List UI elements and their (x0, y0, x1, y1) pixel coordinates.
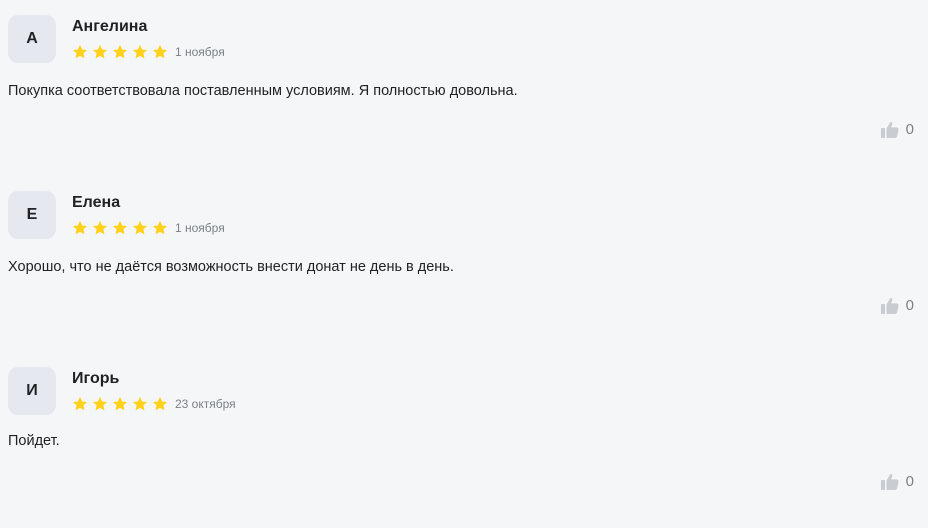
review-card: И Игорь 23 октября Пойдет. 0 (0, 352, 928, 528)
avatar: Е (8, 191, 56, 239)
avatar: А (8, 15, 56, 63)
star-icon (132, 44, 148, 60)
star-icon (112, 396, 128, 412)
review-text: Хорошо, что не даётся возможность внести… (8, 259, 454, 275)
star-icon (152, 396, 168, 412)
star-icon (72, 396, 88, 412)
like-count: 0 (905, 473, 914, 490)
star-icon (72, 44, 88, 60)
like-button[interactable]: 0 (880, 120, 914, 140)
star-icon (92, 396, 108, 412)
like-count: 0 (905, 121, 914, 138)
thumbs-up-icon (880, 120, 900, 140)
review-author: Елена (72, 194, 121, 211)
star-icon (152, 220, 168, 236)
thumbs-up-icon (880, 296, 900, 316)
avatar: И (8, 367, 56, 415)
review-author: Игорь (72, 370, 120, 387)
rating-stars (72, 396, 168, 414)
star-icon (72, 220, 88, 236)
review-author: Ангелина (72, 18, 148, 35)
like-count: 0 (905, 297, 914, 314)
star-icon (132, 220, 148, 236)
review-text: Пойдет. (8, 433, 60, 449)
rating-stars (72, 44, 168, 62)
review-date: 1 ноября (175, 221, 225, 235)
star-icon (92, 220, 108, 236)
star-icon (152, 44, 168, 60)
star-icon (92, 44, 108, 60)
star-icon (112, 220, 128, 236)
star-icon (112, 44, 128, 60)
review-text: Покупка соответствовала поставленным усл… (8, 83, 518, 99)
review-card: А Ангелина 1 ноября Покупка соответствов… (0, 0, 928, 176)
review-date: 1 ноября (175, 45, 225, 59)
review-card: Е Елена 1 ноября Хорошо, что не даётся в… (0, 176, 928, 352)
reviews-list: А Ангелина 1 ноября Покупка соответствов… (0, 0, 928, 511)
like-button[interactable]: 0 (880, 472, 914, 492)
star-icon (132, 396, 148, 412)
rating-stars (72, 220, 168, 238)
like-button[interactable]: 0 (880, 296, 914, 316)
thumbs-up-icon (880, 472, 900, 492)
review-date: 23 октября (175, 397, 236, 411)
